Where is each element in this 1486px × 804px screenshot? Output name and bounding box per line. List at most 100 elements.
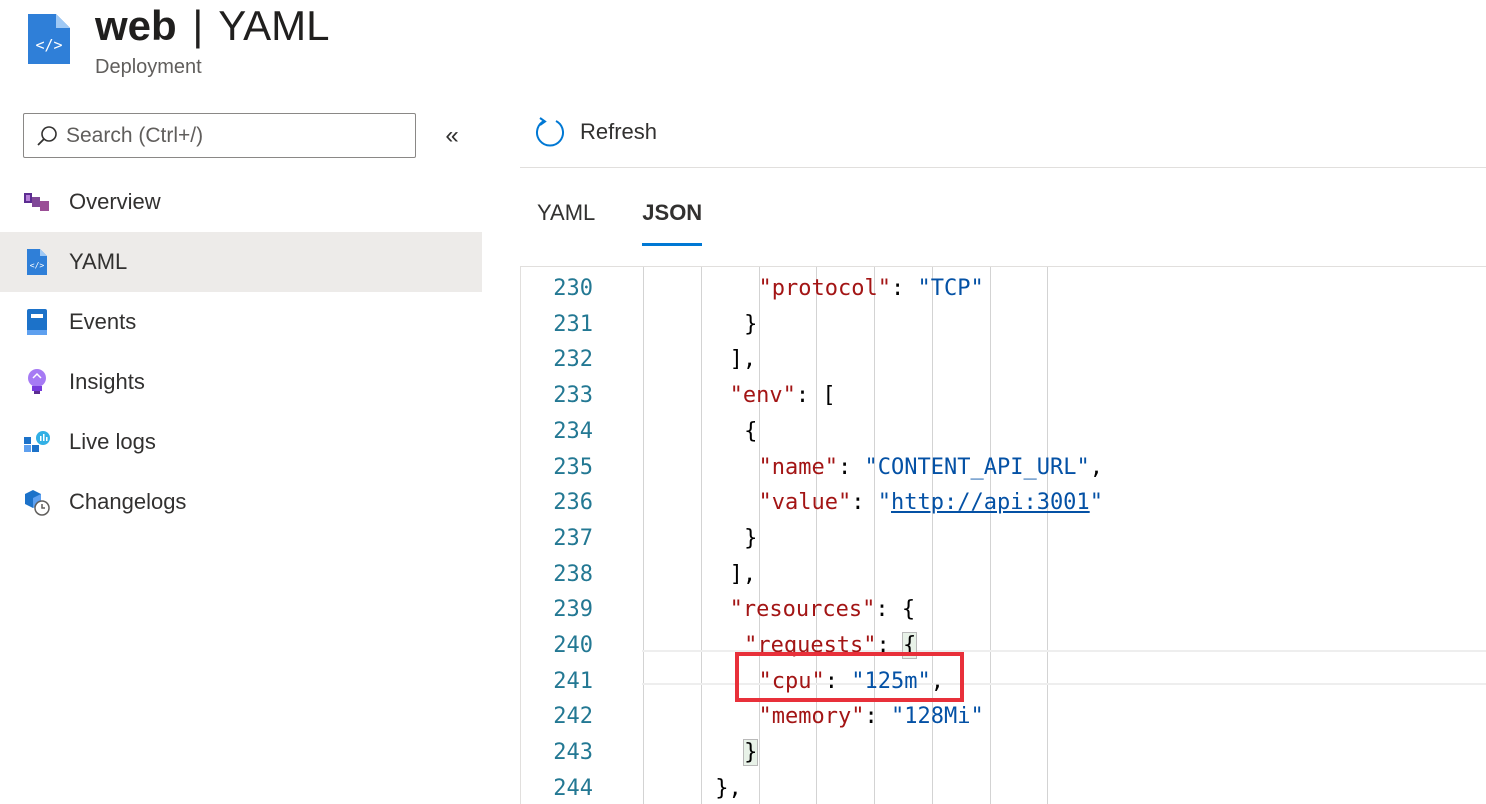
lightbulb-icon bbox=[23, 368, 51, 396]
json-punctuation: : bbox=[851, 490, 878, 516]
sidebar-item-changelogs[interactable]: Changelogs bbox=[0, 472, 482, 532]
code-text: } bbox=[744, 521, 757, 557]
code-text: ], bbox=[730, 342, 757, 378]
code-line: 238], bbox=[521, 557, 1486, 593]
json-punctuation: : bbox=[838, 454, 865, 480]
code-text: } bbox=[744, 307, 757, 343]
code-line: 237} bbox=[521, 521, 1486, 557]
code-text: "value": "http://api:3001" bbox=[759, 485, 1103, 521]
search-box[interactable] bbox=[23, 113, 416, 158]
line-number: 236 bbox=[553, 490, 593, 516]
json-string: "TCP" bbox=[917, 276, 984, 301]
code-text: "name": "CONTENT_API_URL", bbox=[759, 450, 1103, 486]
json-punctuation: }, bbox=[715, 775, 742, 801]
code-line: 230 "protocol": "TCP" bbox=[521, 271, 1486, 307]
json-string: " bbox=[877, 490, 891, 516]
sidebar-item-label: Events bbox=[69, 309, 137, 334]
changelogs-icon bbox=[23, 488, 51, 516]
json-punctuation: } bbox=[744, 311, 758, 337]
code-line: 243} bbox=[521, 735, 1486, 771]
tab-yaml[interactable]: YAML bbox=[537, 190, 595, 246]
refresh-label: Refresh bbox=[580, 119, 658, 144]
code-line: 234 { bbox=[521, 414, 1486, 450]
code-text: }, bbox=[715, 771, 742, 804]
json-punctuation: : [ bbox=[795, 383, 836, 409]
yaml-file-icon: </> bbox=[26, 12, 72, 66]
search-icon bbox=[37, 125, 57, 146]
svg-text:</>: </> bbox=[35, 36, 62, 54]
code-line: 235 "name": "CONTENT_API_URL", bbox=[521, 450, 1486, 486]
code-line: 240 "requests": { bbox=[521, 628, 1486, 664]
page-title: web | YAML bbox=[95, 2, 329, 50]
sidebar-item-label: Changelogs bbox=[69, 489, 187, 514]
url-link[interactable]: http://api:3001 bbox=[891, 490, 1090, 515]
json-key: "resources" bbox=[729, 597, 876, 623]
json-punctuation: : bbox=[864, 704, 891, 730]
json-string: " bbox=[1089, 490, 1103, 516]
line-number: 232 bbox=[553, 347, 593, 373]
json-punctuation: : { bbox=[875, 597, 916, 623]
blade-title: YAML bbox=[218, 2, 330, 49]
code-line: 239 "resources": { bbox=[521, 592, 1486, 628]
double-chevron-left-icon: « bbox=[445, 122, 459, 149]
command-bar: Refresh bbox=[520, 100, 1486, 168]
sidebar-item-label: Overview bbox=[69, 189, 161, 214]
line-number: 241 bbox=[553, 668, 593, 694]
title-separator: | bbox=[192, 2, 204, 49]
yaml-file-icon: </> bbox=[23, 248, 51, 276]
code-line: 241 "cpu": "125m", bbox=[521, 664, 1486, 700]
json-punctuation: , bbox=[1089, 454, 1103, 480]
line-number: 235 bbox=[553, 454, 593, 480]
json-punctuation: ], bbox=[729, 347, 757, 373]
json-key: "memory" bbox=[758, 704, 865, 730]
line-number: 237 bbox=[553, 525, 593, 551]
highlight-box bbox=[734, 651, 964, 702]
json-code-editor[interactable]: 230 "protocol": "TCP" 231} 232], 233 "env": [… bbox=[520, 266, 1486, 804]
code-line: 242 "memory": "128Mi" bbox=[521, 699, 1486, 735]
sidebar-item-overview[interactable]: Overview bbox=[0, 172, 482, 232]
json-punctuation: } bbox=[744, 525, 758, 551]
refresh-icon bbox=[536, 117, 564, 147]
sidebar-item-live-logs[interactable]: Live logs bbox=[0, 412, 482, 472]
code-text: "memory": "128Mi" bbox=[759, 699, 984, 735]
resource-name: web bbox=[95, 2, 177, 49]
json-key: "name" bbox=[758, 454, 839, 480]
code-text: ], bbox=[730, 557, 757, 593]
json-punctuation: ], bbox=[729, 561, 757, 587]
sidebar-item-label: YAML bbox=[69, 249, 128, 274]
collapse-sidebar-button[interactable]: « bbox=[440, 122, 464, 150]
code-text: { bbox=[744, 414, 757, 450]
json-punctuation: : bbox=[890, 276, 918, 301]
sidebar-item-label: Live logs bbox=[69, 429, 156, 454]
sidebar-item-insights[interactable]: Insights bbox=[0, 352, 482, 412]
json-key: "protocol" bbox=[758, 276, 891, 301]
resource-type: Deployment bbox=[95, 56, 202, 78]
code-line: 244}, bbox=[521, 771, 1486, 804]
line-number: 240 bbox=[553, 633, 593, 658]
code-text: "resources": { bbox=[730, 592, 915, 628]
json-string: "CONTENT_API_URL" bbox=[864, 454, 1090, 480]
code-text: "env": [ bbox=[730, 378, 836, 414]
cubes-icon bbox=[23, 188, 51, 216]
events-icon bbox=[23, 308, 51, 336]
line-number: 234 bbox=[553, 418, 593, 444]
code-text: "protocol": "TCP" bbox=[759, 271, 984, 307]
line-number: 231 bbox=[553, 311, 593, 337]
json-key: "env" bbox=[729, 383, 796, 409]
json-string: "128Mi" bbox=[891, 704, 984, 730]
line-number: 243 bbox=[553, 740, 593, 766]
code-line: 231} bbox=[521, 307, 1486, 343]
line-number: 244 bbox=[553, 775, 593, 801]
code-line: 232], bbox=[521, 342, 1486, 378]
code-text: } bbox=[743, 735, 759, 771]
json-key: "value" bbox=[758, 490, 852, 516]
sidebar-item-yaml[interactable]: </> YAML bbox=[0, 232, 482, 292]
sidebar-nav: Overview </> YAML Events Insights Live l… bbox=[0, 172, 482, 532]
search-input[interactable] bbox=[66, 123, 396, 148]
sidebar-item-events[interactable]: Events bbox=[0, 292, 482, 352]
format-tabs: YAML JSON bbox=[520, 190, 732, 248]
refresh-button[interactable]: Refresh bbox=[534, 116, 657, 148]
tab-json[interactable]: JSON bbox=[642, 190, 702, 246]
line-number: 230 bbox=[553, 276, 593, 301]
line-number: 233 bbox=[553, 383, 593, 409]
